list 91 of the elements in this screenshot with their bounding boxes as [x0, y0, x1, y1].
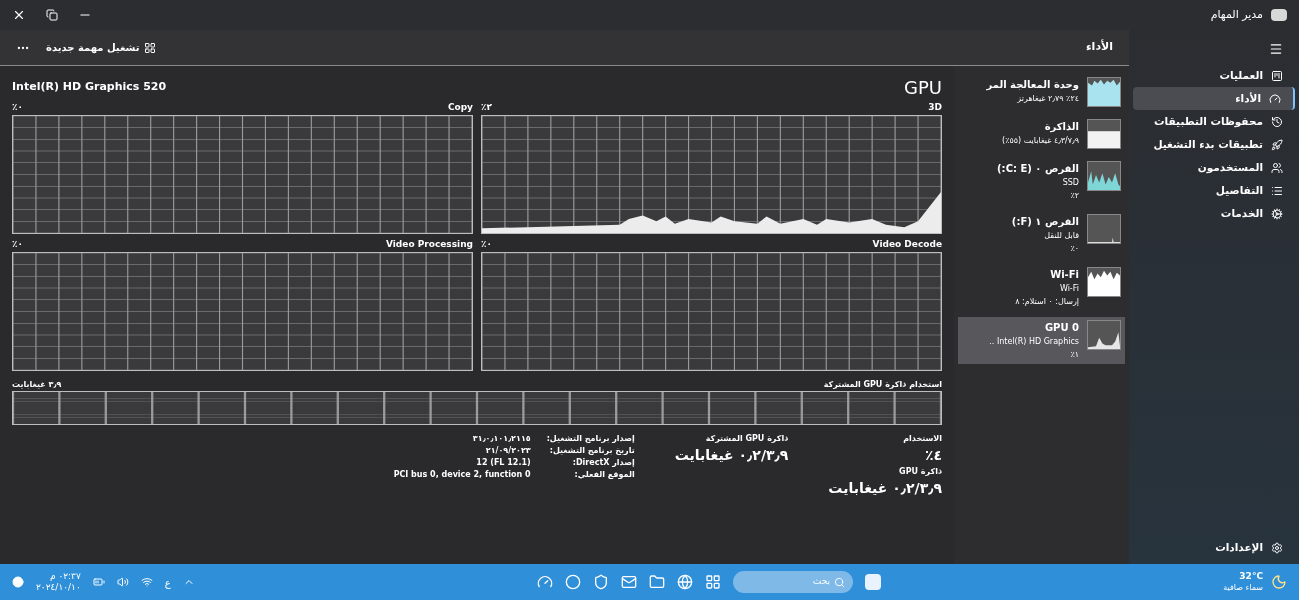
- shared-memory-reading: ٣٫٩ غيغابايت: [12, 379, 62, 391]
- engine-name[interactable]: Video Processing: [385, 238, 473, 252]
- nav-item[interactable]: العمليات: [1133, 64, 1295, 87]
- device-item[interactable]: الذاكرة ٤٫٣/٧٫٩ غيغابايت (٥٥٪): [958, 116, 1125, 152]
- nav-icon: [1271, 184, 1283, 197]
- task-view-icon[interactable]: [704, 574, 721, 590]
- nav-icon: [1271, 69, 1283, 82]
- detail-label: إصدار برنامج التشغيل:: [546, 433, 635, 445]
- nav-icon: [1269, 92, 1281, 105]
- device-detail: ٠٪: [1069, 243, 1079, 255]
- gpu-model: Intel(R) HD Graphics 520: [12, 79, 167, 96]
- task-manager-icon[interactable]: [536, 574, 553, 590]
- shield-icon[interactable]: [592, 574, 609, 590]
- detail-value: PCI bus 0, device 2, function 0: [393, 469, 531, 481]
- engine-name[interactable]: Copy: [447, 101, 473, 115]
- weather-text: سماء صافية: [1223, 582, 1263, 593]
- section-title: الأداء: [1086, 39, 1113, 56]
- nav-item[interactable]: الأداء: [1133, 87, 1295, 110]
- usage-thumbnail: [1087, 267, 1121, 297]
- nav-item[interactable]: تطبيقات بدء التشغيل: [1133, 133, 1295, 156]
- nav-icon: [1271, 161, 1283, 174]
- close-icon[interactable]: [12, 8, 26, 22]
- engine-reading: ٠٪: [12, 238, 23, 251]
- app-icon[interactable]: [564, 574, 581, 590]
- device-detail: إرسال: ٠ استلام: ٨: [1015, 296, 1079, 308]
- run-task-icon: [143, 41, 156, 54]
- run-task-button[interactable]: تشغيل مهمة جديدة: [46, 40, 156, 55]
- stat-label: الاستخدام: [902, 433, 942, 445]
- gpu-heading: GPU: [904, 76, 942, 100]
- wifi-icon[interactable]: [140, 576, 153, 588]
- device-detail: SSD: [1061, 177, 1079, 189]
- device-detail: ١٪: [1069, 349, 1079, 361]
- detail-label: تاريخ برنامج التشغيل:: [548, 445, 635, 457]
- temperature: 32°C: [1238, 571, 1263, 583]
- mail-icon[interactable]: [620, 574, 637, 590]
- browser-icon[interactable]: [676, 574, 693, 590]
- restore-icon[interactable]: [46, 9, 58, 21]
- nav-item[interactable]: الخدمات: [1133, 202, 1295, 225]
- menu-icon[interactable]: [1269, 42, 1283, 56]
- nav-icon: [1271, 115, 1283, 128]
- stat-label: ذاكرة GPU: [898, 466, 942, 478]
- device-name: Wi-Fi: [1049, 268, 1079, 282]
- start-icon[interactable]: [864, 574, 881, 590]
- settings-icon: [1271, 542, 1283, 554]
- battery-icon[interactable]: [92, 576, 105, 588]
- usage-thumbnail: [1087, 214, 1121, 244]
- settings-item[interactable]: الإعدادات: [1129, 536, 1299, 560]
- device-item[interactable]: وحدة المعالجة المر ٢٤٪ ٢٫٧٩ غيغاهرتز: [958, 74, 1125, 110]
- device-name: القرص ٠ (C: E:): [997, 162, 1079, 176]
- engine-name[interactable]: Video Decode: [872, 238, 942, 252]
- engine-reading: ٠٪: [12, 101, 23, 114]
- stat-value: ٠٫٢/٣٫٩ غيغابايت: [674, 446, 789, 465]
- device-detail: Wi-Fi: [1058, 283, 1079, 295]
- detail-value: 12 (FL 12.1): [475, 457, 531, 469]
- stat-label: ذاكرة GPU المشتركة: [704, 433, 789, 445]
- device-name: GPU 0: [1043, 321, 1079, 335]
- device-item[interactable]: القرص ١ (F:) قابل للنقل ٠٪: [958, 211, 1125, 258]
- folder-icon[interactable]: [648, 574, 665, 590]
- detail-label: الموقع الفعلي:: [573, 469, 635, 481]
- nav-item[interactable]: محفوظات التطبيقات: [1133, 110, 1295, 133]
- search-icon: [833, 576, 845, 588]
- device-name: الذاكرة: [1043, 120, 1079, 134]
- detail-value: ٣١٫٠٫١٠١٫٢١١٥: [471, 433, 531, 445]
- nav-icon: [1271, 138, 1283, 151]
- engine-reading: ٠٪: [481, 238, 492, 251]
- nav-icon: [1271, 207, 1283, 220]
- stat-value: ٠٫٢/٣٫٩ غيغابايت: [828, 479, 942, 498]
- device-detail: ٤٫٣/٧٫٩ غيغابايت (٥٥٪): [1002, 135, 1079, 147]
- usage-thumbnail: [1087, 77, 1121, 107]
- detail-label: إصدار DirectX:: [571, 457, 635, 469]
- device-name: وحدة المعالجة المر: [986, 78, 1079, 92]
- usage-thumbnail: [1087, 119, 1121, 149]
- engine-reading: ٢٪: [481, 101, 492, 114]
- device-name: القرص ١ (F:): [1011, 215, 1079, 229]
- nav-item[interactable]: التفاصيل: [1133, 179, 1295, 202]
- volume-icon[interactable]: [116, 576, 129, 588]
- engine-name[interactable]: 3D: [928, 101, 942, 115]
- usage-thumbnail: [1087, 161, 1121, 191]
- device-detail: ٢٤٪ ٢٫٧٩ غيغاهرتز: [1016, 93, 1079, 105]
- detail-value: ٢١/٠٩/٢٠٢٣: [484, 445, 531, 457]
- nav-item[interactable]: المستخدمون: [1133, 156, 1295, 179]
- window-title: مدير المهام: [1210, 6, 1263, 23]
- device-detail: قابل للنقل: [1043, 230, 1079, 242]
- stat-value: ٤٪: [923, 446, 942, 465]
- notification-icon[interactable]: [12, 576, 24, 588]
- app-icon: [1271, 9, 1287, 21]
- usage-thumbnail: [1087, 320, 1121, 350]
- device-detail: ٢٪: [1069, 190, 1079, 202]
- shared-memory-label: استخدام ذاكرة GPU المشتركة: [823, 379, 942, 391]
- device-detail: Intel(R) HD Graphics ..: [989, 336, 1079, 348]
- weather-icon[interactable]: [1271, 574, 1287, 590]
